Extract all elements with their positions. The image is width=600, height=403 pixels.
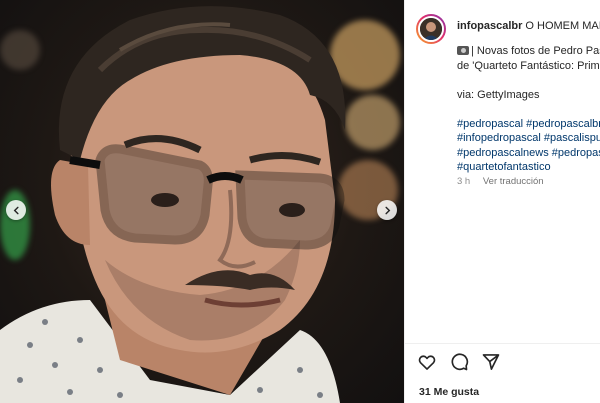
hashtag-line[interactable]: #pedropascalnews #pedropas (457, 146, 600, 161)
avatar-portrait-icon (420, 18, 442, 40)
heart-icon (418, 355, 436, 370)
timestamp[interactable]: 3 h (457, 176, 470, 187)
caption-title: O HOMEM MAIS (525, 20, 600, 32)
comment-button[interactable] (449, 352, 469, 372)
avatar[interactable] (416, 14, 446, 44)
portrait-photo (0, 6, 346, 403)
camera-icon (457, 46, 469, 55)
hashtag-line[interactable]: #pedropascal #pedropascalbra (457, 117, 600, 132)
caption-line: de 'Quarteto Fantástico: Prime (457, 59, 600, 72)
previous-photo-button[interactable] (6, 200, 26, 220)
next-photo-button[interactable] (377, 200, 397, 220)
post-meta: 3 h Ver traducción (457, 176, 554, 187)
chevron-right-icon (384, 206, 390, 214)
share-button[interactable] (481, 352, 501, 372)
see-translation-button[interactable]: Ver traducción (483, 176, 544, 187)
comment-icon (451, 353, 469, 371)
username-link[interactable]: infopascalbr (457, 20, 522, 32)
post-media[interactable] (0, 0, 404, 403)
divider (405, 343, 600, 344)
avatar-image (418, 16, 444, 42)
post-info-panel: infopascalbrO HOMEM MAIS | Novas fotos d… (404, 0, 600, 403)
hashtag-line[interactable]: #quartetofantastico (457, 160, 600, 175)
caption-via: via: GettyImages (457, 88, 540, 101)
action-bar (417, 352, 501, 372)
likes-count[interactable]: 31 Me gusta (419, 386, 479, 398)
header-text: infopascalbrO HOMEM MAIS (457, 20, 600, 32)
caption-line: | Novas fotos de Pedro Pascal (457, 44, 600, 59)
send-icon (482, 354, 500, 370)
caption: | Novas fotos de Pedro Pascal de 'Quarte… (457, 44, 600, 175)
hashtag-line[interactable]: #infopedropascal #pascalispur (457, 131, 600, 146)
like-button[interactable] (417, 352, 437, 372)
chevron-left-icon (13, 206, 19, 214)
